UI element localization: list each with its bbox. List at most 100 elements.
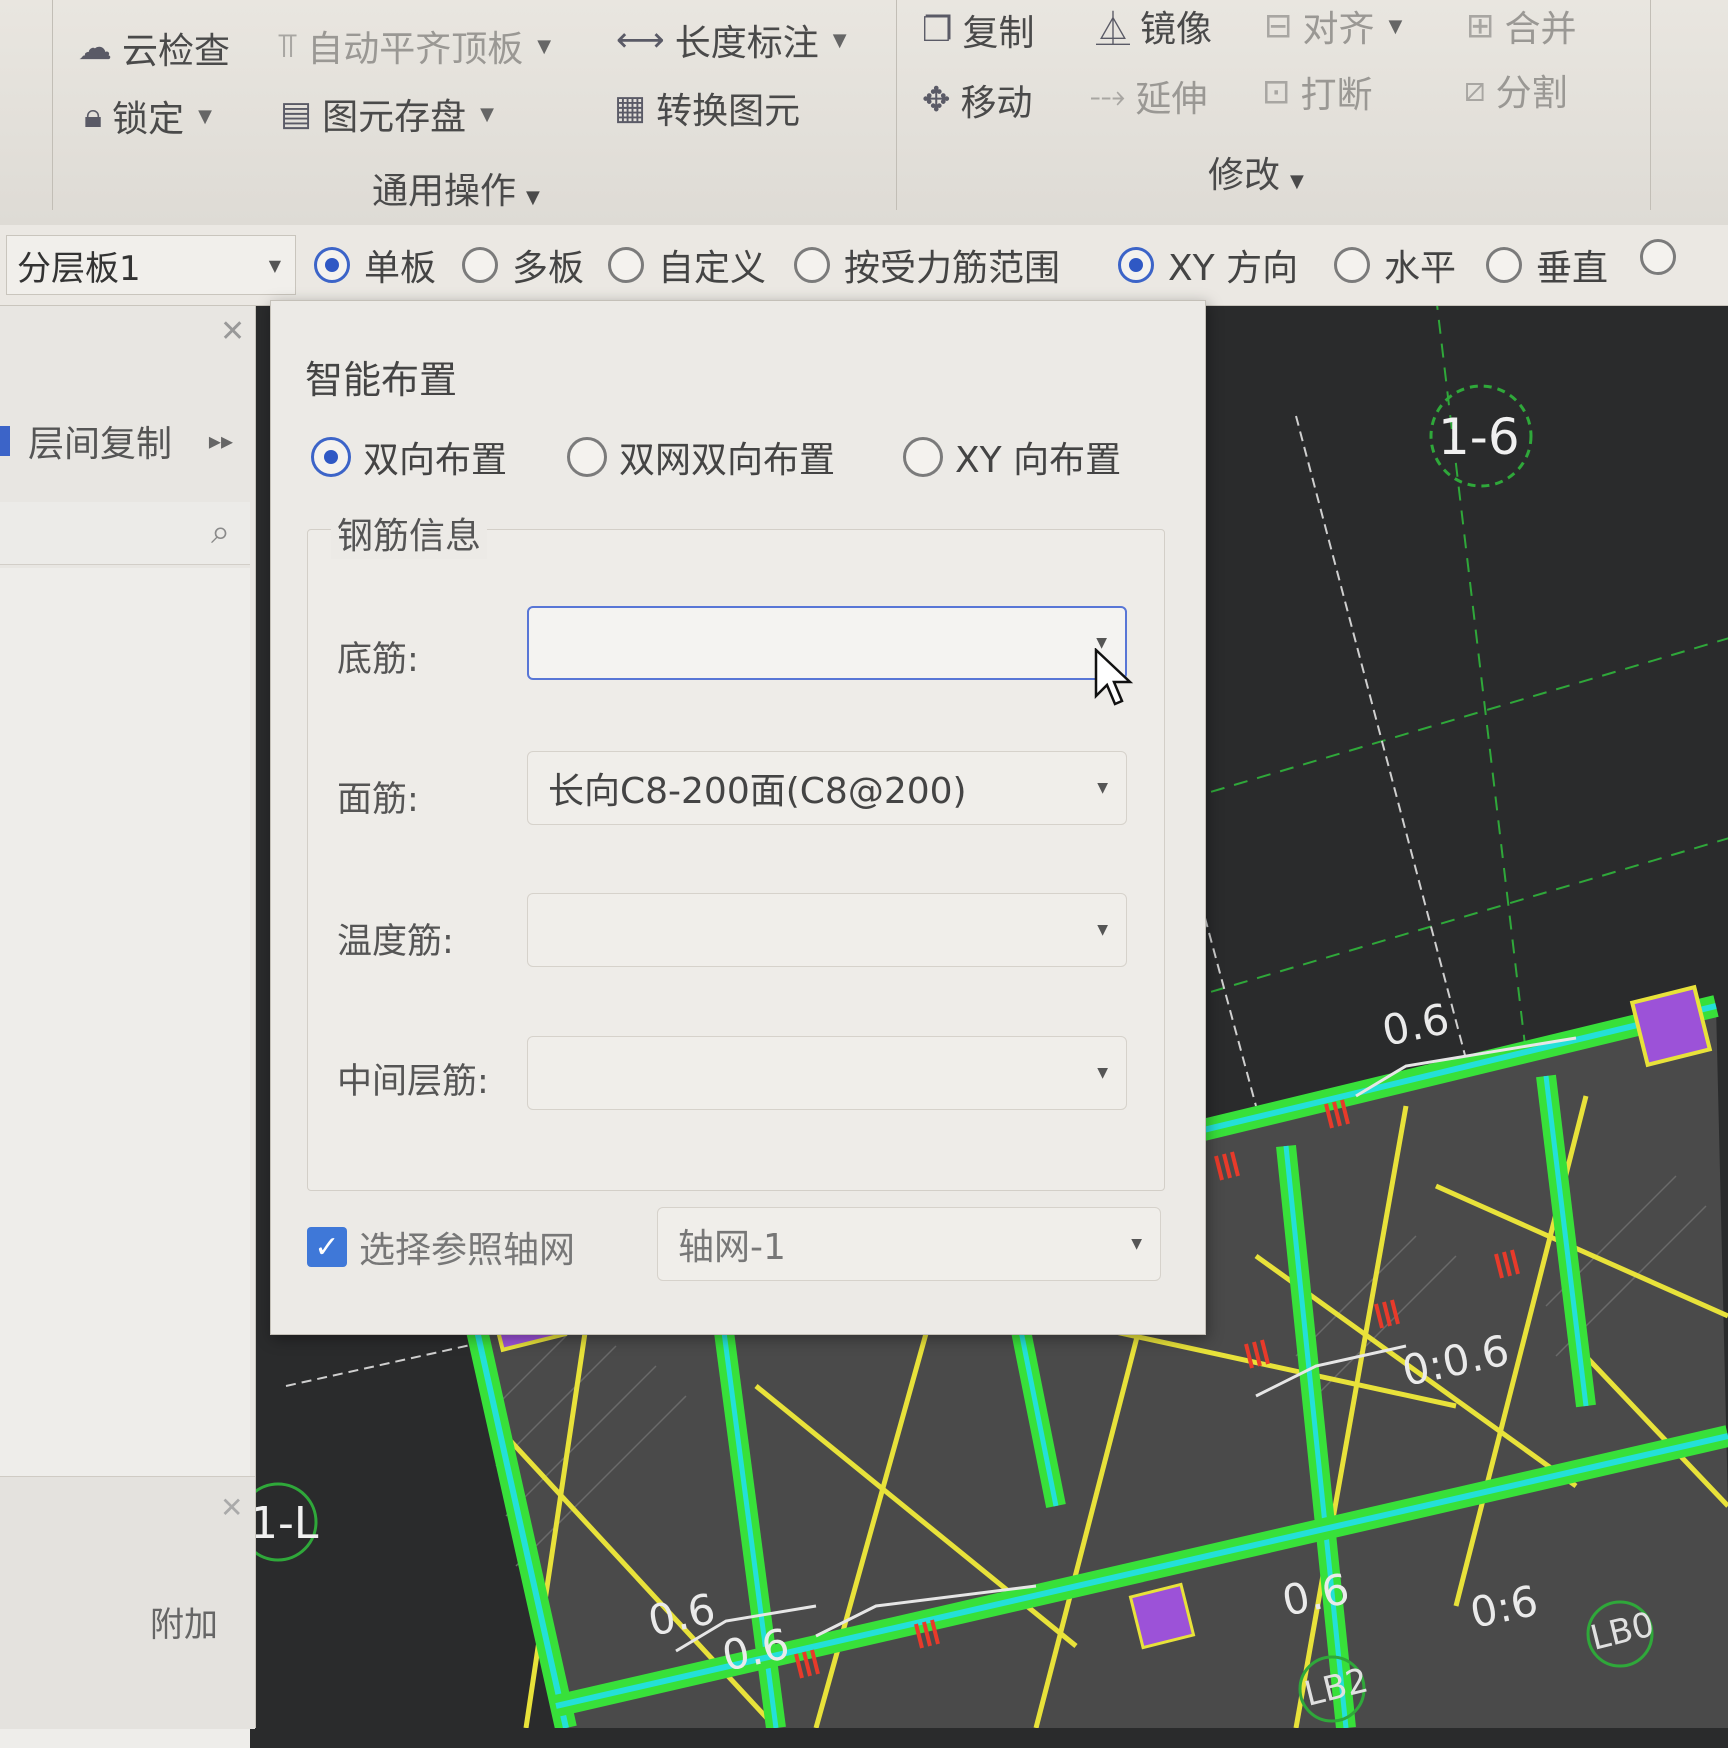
dimension-icon: ⟷ xyxy=(616,20,665,60)
radio-indicator[interactable] xyxy=(1486,247,1522,283)
tab-indicator xyxy=(0,426,10,456)
radio-indicator[interactable] xyxy=(314,247,350,283)
chevron-down-icon[interactable]: ▼ xyxy=(1097,780,1108,796)
radio-indicator[interactable] xyxy=(1118,247,1154,283)
ribbon-separator xyxy=(52,0,53,210)
tab-interlayer-copy[interactable]: 层间复制 ▸▸ xyxy=(0,406,255,476)
middle-layer-rebar-label: 中间层筋: xyxy=(337,1062,489,1102)
rebar-info-title: 钢筋信息 xyxy=(331,507,488,559)
radio-more[interactable] xyxy=(1640,239,1676,275)
radio-indicator[interactable] xyxy=(1334,247,1370,283)
radio-indicator[interactable] xyxy=(311,437,351,477)
ref-grid-checkbox-row[interactable]: ✓ 选择参照轴网 xyxy=(307,1221,575,1273)
dialog-title: 智能布置 xyxy=(305,358,458,402)
chevron-down-icon: ▼ xyxy=(198,105,212,127)
temperature-rebar-select[interactable]: ▼ xyxy=(527,893,1127,967)
radio-horizontal[interactable]: 水平 xyxy=(1334,239,1456,291)
chevron-down-icon: ▼ xyxy=(526,187,540,208)
copy-icon: ❐ xyxy=(922,10,953,50)
length-dim-button[interactable]: ⟷ 长度标注 ▼ xyxy=(616,14,847,66)
chevron-down-icon: ▼ xyxy=(832,29,847,51)
merge-button[interactable]: ⊞ 合并 xyxy=(1466,0,1577,52)
convert-element-button[interactable]: ▦ 转换图元 xyxy=(614,82,800,134)
close-icon[interactable]: ✕ xyxy=(220,314,245,349)
split-icon: ⧄ xyxy=(1464,70,1486,110)
radio-multi-board[interactable]: 多板 xyxy=(462,239,584,291)
split-button[interactable]: ⧄ 分割 xyxy=(1464,64,1568,116)
radio-indicator[interactable] xyxy=(794,247,830,283)
chevron-down-icon[interactable]: ▼ xyxy=(1097,922,1108,938)
middle-layer-rebar-select[interactable]: ▼ xyxy=(527,1036,1127,1110)
copy-button[interactable]: ❐ 复制 xyxy=(922,4,1035,56)
ribbon-separator xyxy=(1650,0,1651,210)
cloud-check-button[interactable]: ☁ 云检查 xyxy=(78,22,230,74)
move-button[interactable]: ✥ 移动 xyxy=(922,74,1033,126)
layer-select[interactable]: 分层板1 ▼ xyxy=(6,235,296,295)
chevron-down-icon: ▼ xyxy=(1388,15,1403,37)
radio-double-net-bidirectional[interactable]: 双网双向布置 xyxy=(567,431,835,483)
chevron-down-icon: ▼ xyxy=(537,35,552,57)
radio-bidirectional[interactable]: 双向布置 xyxy=(311,431,507,483)
checkbox-checked[interactable]: ✓ xyxy=(307,1227,347,1267)
left-panel: ✕ 层间复制 ▸▸ ⌕ ✕ 附加 xyxy=(0,306,256,1748)
align-icon: ⊟ xyxy=(1264,6,1293,46)
chevron-down-icon: ▼ xyxy=(268,255,281,275)
radio-indicator[interactable] xyxy=(567,437,607,477)
align-top-icon: ⫪ xyxy=(278,26,298,66)
radio-indicator[interactable] xyxy=(608,247,644,283)
move-icon: ✥ xyxy=(922,80,951,120)
column xyxy=(1629,984,1713,1068)
chevron-down-icon[interactable]: ▼ xyxy=(1131,1236,1142,1252)
radio-xy-direction[interactable]: XY 方向 xyxy=(1118,239,1298,291)
chevron-down-icon[interactable]: ▼ xyxy=(1097,1065,1108,1081)
properties-panel: ✕ 附加 xyxy=(0,1476,255,1729)
radio-indicator[interactable] xyxy=(1640,239,1676,275)
merge-icon: ⊞ xyxy=(1466,6,1495,46)
chevron-down-icon: ▼ xyxy=(480,103,494,125)
ribbon-separator xyxy=(896,0,897,210)
column xyxy=(1128,1582,1196,1650)
lock-button[interactable]: 🔒︎ 锁定 ▼ xyxy=(84,90,212,142)
cloud-check-icon: ☁ xyxy=(78,28,112,68)
chevron-down-icon: ▼ xyxy=(1290,171,1304,192)
bottom-rebar-select[interactable]: ▼ xyxy=(527,606,1127,680)
element-save-button[interactable]: ▤ 图元存盘 ▼ xyxy=(280,88,494,140)
expand-icon[interactable]: ▸▸ xyxy=(209,427,233,455)
top-rebar-label: 面筋: xyxy=(337,780,419,820)
radio-xy-layout[interactable]: XY 向布置 xyxy=(903,431,1121,483)
radio-custom[interactable]: 自定义 xyxy=(608,239,766,291)
modify-group[interactable]: 修改 ▼ xyxy=(1208,146,1304,198)
column-header-extra: 附加 xyxy=(150,1605,218,1645)
lock-icon: 🔒︎ xyxy=(84,96,103,136)
extend-icon: ⤏ xyxy=(1090,76,1126,116)
axis-label: 1-L xyxy=(256,1498,319,1549)
radio-vertical[interactable]: 垂直 xyxy=(1486,239,1608,291)
close-icon[interactable]: ✕ xyxy=(220,1491,243,1524)
extend-button[interactable]: ⤏ 延伸 xyxy=(1090,70,1207,122)
auto-align-top-button[interactable]: ⫪ 自动平齐顶板 ▼ xyxy=(278,20,551,72)
axis-label: 1-6 xyxy=(1438,408,1520,466)
bottom-rebar-label: 底筋: xyxy=(337,640,419,680)
temperature-rebar-label: 温度筋: xyxy=(337,922,454,962)
radio-indicator[interactable] xyxy=(903,437,943,477)
top-rebar-select[interactable]: 长向C8-200面(C8@200) ▼ xyxy=(527,751,1127,825)
save-element-icon: ▤ xyxy=(280,94,313,134)
ref-grid-select[interactable]: 轴网-1 ▼ xyxy=(657,1207,1161,1281)
break-icon: ⊡ xyxy=(1262,72,1291,112)
ribbon-toolbar: ☁ 云检查 ⫪ 自动平齐顶板 ▼ ⟷ 长度标注 ▼ 🔒︎ 锁定 ▼ ▤ 图元存盘… xyxy=(0,0,1728,226)
search-input[interactable]: ⌕ xyxy=(0,502,250,565)
radio-single-board[interactable]: 单板 xyxy=(314,239,436,291)
smart-layout-dialog: 智能布置 双向布置 双网双向布置 XY 向布置 钢筋信息 底筋: ▼ 面筋: 长… xyxy=(270,300,1206,1335)
align-button[interactable]: ⊟ 对齐 ▼ xyxy=(1264,0,1402,52)
radio-by-force-range[interactable]: 按受力筋范围 xyxy=(794,239,1060,291)
general-operations-group[interactable]: 通用操作 ▼ xyxy=(372,162,540,214)
slab-thickness-label: 0.6 xyxy=(1378,994,1454,1056)
convert-icon: ▦ xyxy=(614,88,647,128)
radio-indicator[interactable] xyxy=(462,247,498,283)
mirror-icon: ⏅ xyxy=(1096,9,1130,50)
search-icon[interactable]: ⌕ xyxy=(211,512,230,552)
mouse-cursor-icon xyxy=(1094,648,1134,706)
options-bar: 分层板1 ▼ 单板 多板 自定义 按受力筋范围 XY 方向 水平 垂直 xyxy=(0,225,1728,306)
mirror-button[interactable]: ⏅ 镜像 xyxy=(1096,0,1212,52)
break-button[interactable]: ⊡ 打断 xyxy=(1262,66,1373,118)
